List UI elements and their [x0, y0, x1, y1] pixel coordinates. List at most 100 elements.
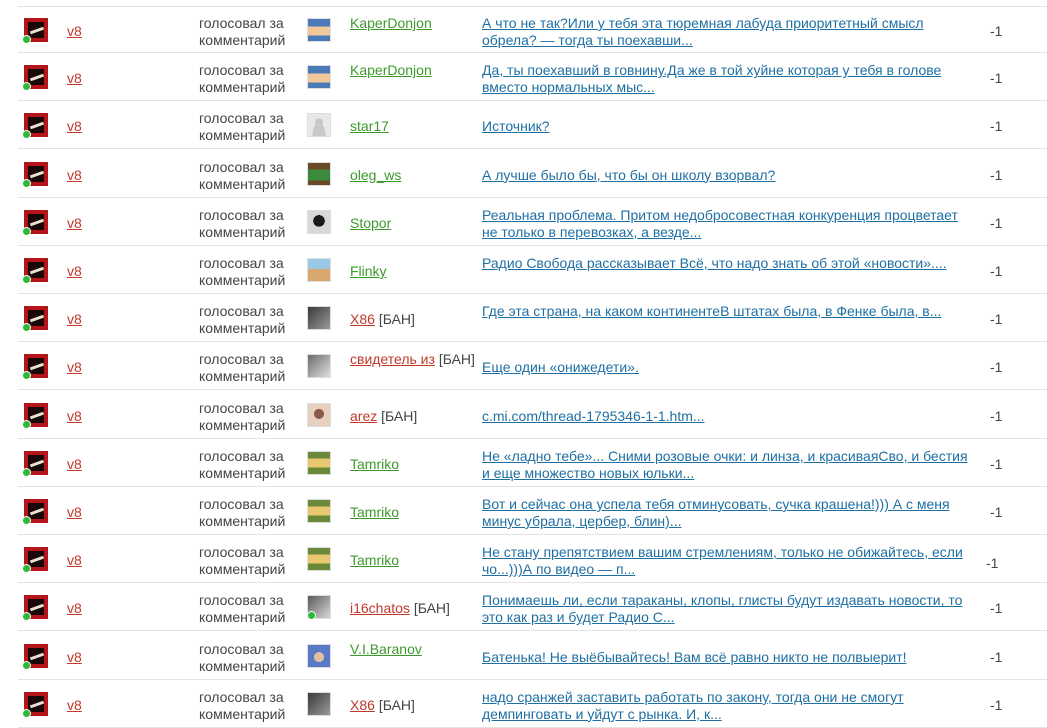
user-link[interactable]: свидетель из: [350, 351, 435, 367]
comment-link[interactable]: Реальная проблема. Притом недобросовестн…: [482, 207, 977, 241]
voter-link[interactable]: v8: [67, 70, 82, 86]
comment-author: X86 [БАН]: [350, 697, 500, 714]
online-indicator: [22, 516, 31, 525]
user-link[interactable]: arez: [350, 408, 377, 424]
comment-link[interactable]: Вот и сейчас она успела тебя отминусоват…: [482, 496, 977, 530]
voter-avatar[interactable]: [22, 306, 48, 333]
user-link[interactable]: X86: [350, 311, 375, 327]
vote-row: v8 голосовал за комментарий oleg_ws А лучше…: [18, 151, 1047, 198]
user-avatar[interactable]: [307, 258, 331, 282]
vote-action-text: голосовал за комментарий: [199, 255, 286, 288]
avatar-image: [308, 403, 330, 426]
user-link[interactable]: Stopor: [350, 215, 391, 231]
voter-avatar[interactable]: [22, 402, 48, 429]
online-indicator: [22, 612, 31, 622]
voter-avatar[interactable]: [22, 161, 48, 188]
voter-link[interactable]: v8: [67, 600, 82, 616]
vote-score: -1: [990, 648, 1003, 665]
voter-link[interactable]: v8: [67, 118, 82, 134]
user-avatar[interactable]: [307, 354, 331, 379]
ban-badge: [БАН]: [378, 696, 415, 713]
comment-link[interactable]: Да, ты поехавший в говнину.Да же в той х…: [482, 62, 977, 96]
comment-link[interactable]: Источник?: [482, 118, 977, 135]
voter-link[interactable]: v8: [67, 167, 82, 183]
voter-avatar[interactable]: [22, 547, 48, 574]
voter-link[interactable]: v8: [67, 552, 82, 568]
voter-avatar[interactable]: [22, 499, 48, 525]
user-avatar[interactable]: [307, 113, 331, 138]
user-avatar[interactable]: [307, 306, 331, 331]
online-indicator: [22, 323, 31, 333]
user-link[interactable]: i16chatos: [350, 600, 410, 616]
user-avatar[interactable]: [307, 18, 331, 42]
vote-row: v8 голосовал за комментарий свидетель из […: [18, 343, 1047, 391]
comment-link[interactable]: Не «ладно тебе»... Сними розовые очки: и…: [482, 448, 977, 482]
comment-link[interactable]: Радио Свобода рассказывает Всё, что надо…: [482, 255, 977, 272]
voter-link[interactable]: v8: [67, 504, 82, 520]
user-avatar[interactable]: [307, 547, 331, 572]
voter-link[interactable]: v8: [67, 456, 82, 472]
user-avatar[interactable]: [307, 209, 331, 234]
vote-score: -1: [990, 600, 1003, 617]
comment-link[interactable]: Понимаешь ли, если тараканы, клопы, глис…: [482, 592, 977, 626]
user-link[interactable]: star17: [350, 118, 389, 134]
vote-row: v8 голосовал за комментарий Stopor Реальная…: [18, 199, 1047, 246]
user-avatar[interactable]: [307, 499, 331, 523]
vote-row: v8 голосовал за комментарий i16chatos [БАН…: [18, 584, 1047, 632]
voter-avatar[interactable]: [22, 595, 48, 622]
comment-link[interactable]: c.mi.com/thread-1795346-1-1.htm...: [482, 408, 977, 425]
voter-link[interactable]: v8: [67, 649, 82, 665]
user-avatar[interactable]: [307, 691, 331, 716]
comment-link[interactable]: Где эта страна, на каком континентеВ шта…: [482, 303, 977, 320]
voter-link[interactable]: v8: [67, 215, 82, 231]
user-avatar[interactable]: [307, 643, 331, 668]
comment-link[interactable]: А лучше было бы, что бы он школу взорвал…: [482, 167, 977, 184]
vote-action-text: голосовал за комментарий: [199, 544, 286, 578]
online-indicator: [22, 178, 31, 188]
user-link[interactable]: Flinky: [350, 263, 387, 279]
voter-avatar[interactable]: [22, 354, 48, 381]
voter-link[interactable]: v8: [67, 263, 82, 279]
user-link[interactable]: X86: [350, 697, 375, 713]
user-avatar[interactable]: [307, 450, 331, 475]
avatar-image: [308, 692, 330, 715]
voter-avatar[interactable]: [22, 209, 48, 236]
voter-avatar[interactable]: [22, 691, 48, 718]
user-avatar[interactable]: [307, 402, 331, 427]
vote-row: v8 голосовал за комментарий KaperDonjon Да,…: [18, 54, 1047, 102]
user-link[interactable]: KaperDonjon: [350, 62, 432, 78]
vote-score: -1: [990, 166, 1003, 183]
vote-score: -1: [990, 263, 1003, 279]
comment-link[interactable]: Не стану препятствием вашим стремлениям,…: [482, 544, 977, 578]
vote-row: v8 голосовал за комментарий Flinky Радио Св…: [18, 247, 1047, 294]
user-avatar[interactable]: [307, 161, 331, 186]
comment-link[interactable]: надо сранжей заставить работать по закон…: [482, 689, 977, 723]
voter-avatar[interactable]: [22, 18, 48, 44]
voter-link[interactable]: v8: [67, 311, 82, 327]
voter-link[interactable]: v8: [67, 23, 82, 39]
comment-author: star17: [350, 118, 500, 135]
user-link[interactable]: KaperDonjon: [350, 15, 432, 31]
user-link[interactable]: oleg_ws: [350, 167, 401, 183]
voter-avatar[interactable]: [22, 258, 48, 284]
user-link[interactable]: Tamriko: [350, 552, 399, 568]
comment-author: Flinky: [350, 263, 500, 280]
voter-link[interactable]: v8: [67, 359, 82, 375]
voter-avatar[interactable]: [22, 450, 48, 477]
user-link[interactable]: V.I.Baranov: [350, 641, 422, 657]
user-link[interactable]: Tamriko: [350, 456, 399, 472]
voter-avatar[interactable]: [22, 65, 48, 92]
comment-link[interactable]: Еще один «онижедети».: [482, 359, 977, 376]
user-link[interactable]: Tamriko: [350, 504, 399, 520]
comment-author: oleg_ws: [350, 167, 500, 184]
voter-avatar[interactable]: [22, 643, 48, 670]
voter-link[interactable]: v8: [67, 408, 82, 424]
voter-avatar[interactable]: [22, 113, 48, 140]
comment-link[interactable]: Батенька! Не выёбывайтесь! Вам всё равно…: [482, 649, 977, 666]
voter-link[interactable]: v8: [67, 697, 82, 713]
avatar-image: [308, 548, 330, 571]
vote-action-text: голосовал за комментарий: [199, 399, 286, 433]
comment-link[interactable]: А что не так?Или у тебя эта тюремная лаб…: [482, 15, 977, 49]
user-avatar[interactable]: [307, 65, 331, 90]
user-avatar[interactable]: [307, 595, 331, 621]
